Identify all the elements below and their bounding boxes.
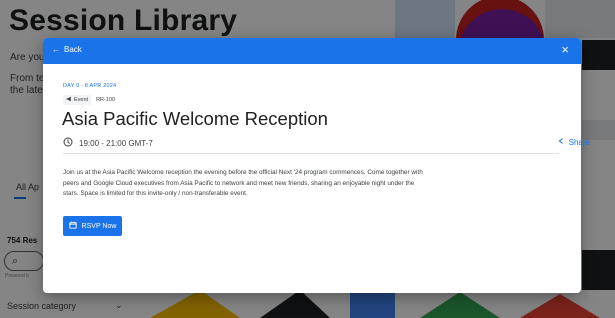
clock-icon (63, 137, 73, 149)
session-code: RR-100 (96, 97, 116, 103)
back-label: Back (64, 45, 82, 54)
calendar-icon (68, 221, 77, 231)
rsvp-label: RSVP Now (81, 222, 117, 230)
back-button[interactable]: ← Back (52, 45, 82, 54)
session-title: Asia Pacific Welcome Reception (62, 108, 328, 129)
close-button[interactable]: × (561, 43, 569, 57)
time-label: 19:00 - 21:00 GMT-7 (79, 138, 153, 148)
arrow-left-icon: ← (52, 45, 60, 54)
megaphone-icon (66, 96, 72, 104)
modal-header-bar: ← Back × (43, 38, 581, 64)
event-type-chip: Event (63, 95, 92, 105)
rsvp-button[interactable]: RSVP Now (63, 216, 122, 236)
session-time: 19:00 - 21:00 GMT-7 (63, 137, 153, 149)
session-detail-modal: ← Back × (43, 38, 581, 293)
share-button[interactable]: Share (557, 137, 590, 147)
session-day: DAY 0 - 8 APR 2024 (63, 83, 117, 89)
share-icon (557, 137, 565, 147)
share-label: Share (568, 137, 590, 147)
chip-label: Event (74, 97, 89, 103)
session-description: Join us at the Asia Pacific Welcome rece… (63, 169, 423, 197)
divider (63, 153, 559, 154)
session-meta: Event RR-100 (63, 95, 115, 105)
